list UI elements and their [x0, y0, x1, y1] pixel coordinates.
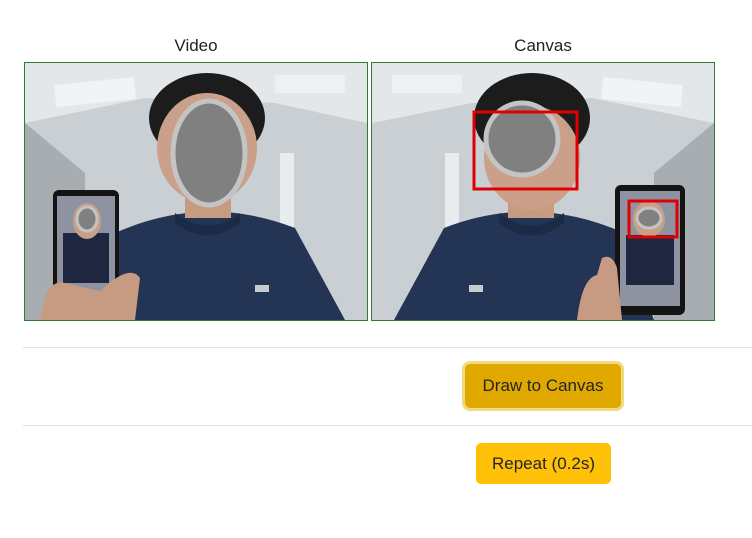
- canvas-label: Canvas: [514, 36, 572, 55]
- divider: [23, 425, 752, 426]
- repeat-button[interactable]: Repeat (0.2s): [476, 443, 611, 484]
- draw-to-canvas-button[interactable]: Draw to Canvas: [465, 364, 621, 408]
- video-scene: [25, 63, 367, 320]
- canvas-view: [371, 62, 715, 321]
- video-feed: [24, 62, 368, 321]
- canvas-scene: [372, 63, 714, 320]
- divider: [23, 347, 752, 348]
- video-label: Video: [174, 36, 218, 55]
- page: Video Canvas Draw to Canvas Repeat (0.2s…: [0, 0, 752, 538]
